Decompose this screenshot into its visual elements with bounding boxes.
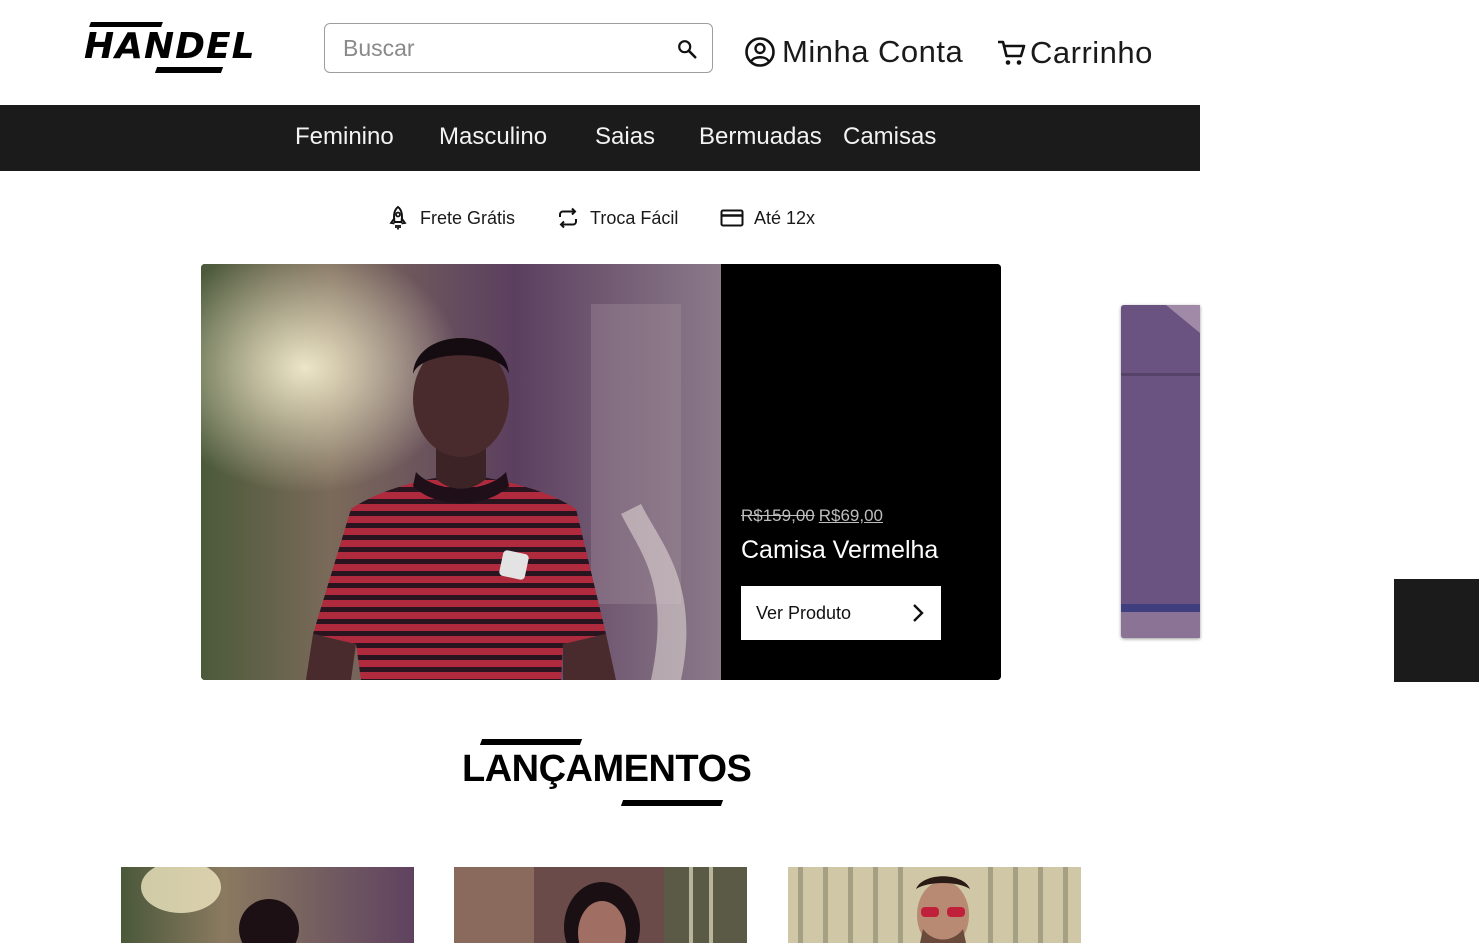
benefit-easy-exchange: Troca Fácil <box>556 204 678 232</box>
hero-product-name: Camisa Vermelha <box>741 536 939 564</box>
search-box <box>324 23 713 73</box>
heading-accent-top <box>479 739 583 745</box>
logo-bar-bottom <box>154 67 224 73</box>
product-card-2[interactable] <box>454 867 747 943</box>
rocket-icon <box>389 205 407 230</box>
logo[interactable]: HANDEL <box>82 20 255 76</box>
logo-text: HANDEL <box>84 26 256 67</box>
benefit-installments: Até 12x <box>720 204 815 232</box>
floating-panel[interactable] <box>1394 579 1479 682</box>
account-link[interactable]: Minha Conta <box>744 30 963 74</box>
hero-price: R$159,00 R$69,00 <box>741 506 883 526</box>
account-label: Minha Conta <box>782 34 964 69</box>
hero-product-info: R$159,00 R$69,00 Camisa Vermelha Ver Prod… <box>721 264 1001 680</box>
search-icon[interactable] <box>676 38 698 60</box>
search-input[interactable] <box>343 24 663 72</box>
chevron-right-icon <box>913 604 924 622</box>
heading-accent-bottom <box>620 800 724 806</box>
section-heading: LANÇAMENTOS <box>462 736 752 812</box>
nav-item-feminino[interactable]: Feminino <box>295 105 394 171</box>
benefit-label: Até 12x <box>754 207 816 228</box>
hero-banner: R$159,00 R$69,00 Camisa Vermelha Ver Prod… <box>201 264 1001 680</box>
credit-card-icon <box>720 209 744 227</box>
hero-product-photo <box>201 264 721 680</box>
product-card-1[interactable] <box>121 867 414 943</box>
next-slide-photo <box>1121 305 1200 638</box>
view-product-button[interactable]: Ver Produto <box>741 586 941 640</box>
sale-price: R$69,00 <box>818 506 884 525</box>
product-photo <box>454 867 747 943</box>
benefit-label: Troca Fácil <box>590 207 679 228</box>
cart-link[interactable]: Carrinho <box>996 31 1153 75</box>
cart-label: Carrinho <box>1030 35 1153 70</box>
product-photo <box>788 867 1081 943</box>
product-photo <box>121 867 414 943</box>
nav-item-masculino[interactable]: Masculino <box>439 105 547 171</box>
view-product-label: Ver Produto <box>756 602 852 623</box>
section-title: LANÇAMENTOS <box>462 748 752 790</box>
nav-item-camisas[interactable]: Camisas <box>843 105 936 171</box>
old-price: R$159,00 <box>741 506 815 525</box>
nav-item-bermudas[interactable]: Bermuadas <box>699 105 822 171</box>
nav-item-saias[interactable]: Saias <box>595 105 655 171</box>
account-circle-icon <box>745 37 775 67</box>
benefit-label: Frete Grátis <box>420 207 516 228</box>
next-slide-card[interactable] <box>1121 305 1200 638</box>
category-nav: Feminino Masculino Saias Bermuadas Camis… <box>0 105 1200 171</box>
cart-icon <box>998 40 1026 65</box>
product-card-3[interactable] <box>788 867 1081 943</box>
benefit-free-shipping: Frete Grátis <box>386 204 515 232</box>
exchange-icon <box>559 207 577 229</box>
